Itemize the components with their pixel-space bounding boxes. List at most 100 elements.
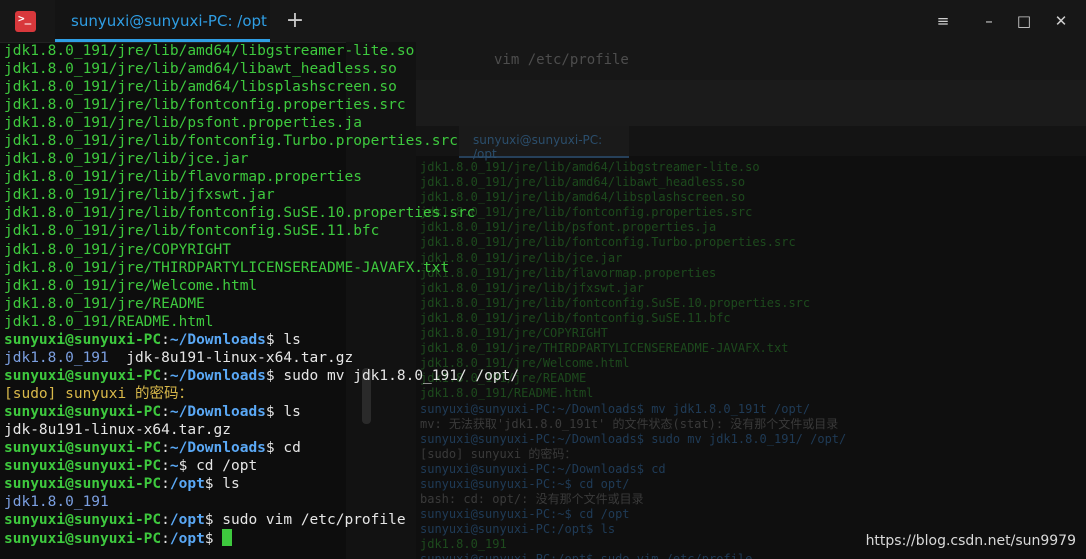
terminal-line: jdk1.8.0_191/jre/lib/amd64/libsplashscre… xyxy=(4,78,704,96)
terminal-line: jdk1.8.0_191/README.html xyxy=(4,313,704,331)
maximize-button[interactable]: □ xyxy=(1013,10,1035,32)
prompt-dollar: $ xyxy=(204,531,214,548)
command-text xyxy=(214,531,223,547)
terminal-line: sunyuxi@sunyuxi-PC:~/Downloads$ sudo mv … xyxy=(4,367,704,385)
command-text: sudo mv jdk1.8.0_191/ /opt/ xyxy=(274,367,520,384)
command-text: ls xyxy=(213,476,240,493)
terminal-line: jdk1.8.0_191/jre/lib/amd64/libawt_headle… xyxy=(4,60,704,78)
terminal-line: jdk-8u191-linux-x64.tar.gz xyxy=(4,421,704,439)
output-text: jdk1.8.0_191/jre/lib/fontconfig.SuSE.11.… xyxy=(4,223,380,240)
output-text: jdk1.8.0_191/jre/THIRDPARTYLICENSEREADME… xyxy=(4,259,450,276)
terminal-line: sunyuxi@sunyuxi-PC:/opt$ ls xyxy=(4,475,704,493)
prompt-path: ~/Downloads xyxy=(169,331,266,348)
command-text: sudo vim /etc/profile xyxy=(213,512,406,529)
prompt-user-host: sunyuxi@sunyuxi-PC xyxy=(4,331,162,348)
output-text: jdk1.8.0_191/jre/lib/amd64/libgstreamer-… xyxy=(4,43,415,59)
title-bar: >_ sunyuxi@sunyuxi-PC: /opt + ≡ – □ ✕ xyxy=(0,0,1086,43)
terminal-line: sunyuxi@sunyuxi-PC:~/Downloads$ cd xyxy=(4,439,704,457)
terminal-line: jdk1.8.0_191/jre/README xyxy=(4,295,704,313)
prompt-user-host: sunyuxi@sunyuxi-PC xyxy=(4,476,162,493)
terminal-line: jdk1.8.0_191/jre/lib/jce.jar xyxy=(4,150,704,168)
prompt-user-host: sunyuxi@sunyuxi-PC xyxy=(4,458,162,475)
prompt-user-host: sunyuxi@sunyuxi-PC xyxy=(4,403,162,420)
directory-entry: jdk1.8.0_191 xyxy=(4,349,109,366)
prompt-user-host: sunyuxi@sunyuxi-PC xyxy=(4,440,162,457)
prompt-dollar: $ xyxy=(265,367,275,384)
output-text: jdk1.8.0_191/jre/Welcome.html xyxy=(4,277,258,294)
output-text: jdk1.8.0_191/jre/lib/fontconfig.properti… xyxy=(4,97,406,114)
prompt-separator: : xyxy=(161,331,170,348)
prompt-separator: : xyxy=(161,458,170,475)
prompt-path: ~ xyxy=(169,458,179,475)
sudo-password-prompt: [sudo] sunyuxi 的密码： xyxy=(4,385,193,402)
terminal-line: sunyuxi@sunyuxi-PC:/opt$ xyxy=(4,529,704,547)
text-cursor xyxy=(222,529,233,547)
output-text: jdk1.8.0_191/jre/lib/fontconfig.SuSE.10.… xyxy=(4,205,476,222)
terminal-line: jdk1.8.0_191/jre/lib/fontconfig.SuSE.11.… xyxy=(4,222,704,240)
terminal-line: jdk1.8.0_191 xyxy=(4,493,704,511)
terminal-line: jdk1.8.0_191/jre/lib/amd64/libgstreamer-… xyxy=(4,42,704,60)
close-button[interactable]: ✕ xyxy=(1050,10,1072,32)
tab-title: sunyuxi@sunyuxi-PC: /opt xyxy=(71,12,267,30)
file-entry: jdk-8u191-linux-x64.tar.gz xyxy=(4,421,231,438)
output-text: jdk1.8.0_191/jre/lib/amd64/libsplashscre… xyxy=(4,79,397,96)
prompt-separator: : xyxy=(161,531,170,548)
command-text: ls xyxy=(274,331,301,348)
watermark: https://blog.csdn.net/sun9979 xyxy=(865,533,1076,549)
output-text: jdk1.8.0_191/jre/README xyxy=(4,295,205,312)
output-text: jdk1.8.0_191/jre/lib/amd64/libawt_headle… xyxy=(4,61,397,78)
prompt-path: /opt xyxy=(169,512,205,529)
terminal-line: sunyuxi@sunyuxi-PC:/opt$ sudo vim /etc/p… xyxy=(4,511,704,529)
terminal-line: jdk1.8.0_191/jre/lib/fontconfig.properti… xyxy=(4,96,704,114)
prompt-path: /opt xyxy=(169,476,205,493)
prompt-separator: : xyxy=(161,367,170,384)
tab-terminal[interactable]: sunyuxi@sunyuxi-PC: /opt xyxy=(55,0,270,42)
prompt-dollar: $ xyxy=(204,512,214,529)
terminal-output[interactable]: jdk1.8.0_191/jre/lib/amd64/libgstreamer-… xyxy=(4,42,704,552)
prompt-path: ~/Downloads xyxy=(169,403,266,420)
prompt-separator: : xyxy=(161,440,170,457)
output-text: jdk1.8.0_191/jre/COPYRIGHT xyxy=(4,241,231,258)
prompt-path: /opt xyxy=(169,531,205,548)
command-text: ls xyxy=(274,403,301,420)
directory-entry: jdk1.8.0_191 xyxy=(4,494,109,511)
prompt-user-host: sunyuxi@sunyuxi-PC xyxy=(4,531,162,548)
terminal-app-icon[interactable]: >_ xyxy=(15,11,36,32)
output-text: jdk1.8.0_191/jre/lib/fontconfig.Turbo.pr… xyxy=(4,133,458,150)
terminal-line: jdk1.8.0_191/jre/lib/jfxswt.jar xyxy=(4,186,704,204)
prompt-separator: : xyxy=(161,476,170,493)
terminal-line: sunyuxi@sunyuxi-PC:~$ cd /opt xyxy=(4,457,704,475)
terminal-line: sunyuxi@sunyuxi-PC:~/Downloads$ ls xyxy=(4,403,704,421)
output-text: jdk1.8.0_191/jre/lib/flavormap.propertie… xyxy=(4,169,362,186)
prompt-separator: : xyxy=(161,512,170,529)
prompt-user-host: sunyuxi@sunyuxi-PC xyxy=(4,512,162,529)
output-text: jdk1.8.0_191/jre/lib/psfont.properties.j… xyxy=(4,115,362,132)
prompt-dollar: $ xyxy=(265,440,275,457)
new-tab-button[interactable]: + xyxy=(283,8,307,34)
prompt-separator: : xyxy=(161,403,170,420)
terminal-line: jdk1.8.0_191 jdk-8u191-linux-x64.tar.gz xyxy=(4,349,704,367)
terminal-line: [sudo] sunyuxi 的密码： xyxy=(4,385,704,403)
terminal-line: sunyuxi@sunyuxi-PC:~/Downloads$ ls xyxy=(4,331,704,349)
terminal-line: jdk1.8.0_191/jre/lib/fontconfig.Turbo.pr… xyxy=(4,132,704,150)
command-text: cd xyxy=(274,440,301,457)
terminal-line: jdk1.8.0_191/jre/lib/flavormap.propertie… xyxy=(4,168,704,186)
prompt-path: ~/Downloads xyxy=(169,367,266,384)
prompt-user-host: sunyuxi@sunyuxi-PC xyxy=(4,367,162,384)
terminal-line: jdk1.8.0_191/jre/lib/psfont.properties.j… xyxy=(4,114,704,132)
output-text: jdk1.8.0_191/jre/lib/jce.jar xyxy=(4,151,249,168)
menu-icon[interactable]: ≡ xyxy=(932,10,954,32)
background-line: sunyuxi@sunyuxi-PC:/opt$ sudo vim /etc/p… xyxy=(420,552,846,559)
terminal-line: jdk1.8.0_191/jre/COPYRIGHT xyxy=(4,241,704,259)
prompt-path: ~/Downloads xyxy=(169,440,266,457)
output-text: jdk1.8.0_191/README.html xyxy=(4,313,214,330)
prompt-dollar: $ xyxy=(265,403,275,420)
terminal-line: jdk1.8.0_191/jre/lib/fontconfig.SuSE.10.… xyxy=(4,204,704,222)
output-text: jdk1.8.0_191/jre/lib/jfxswt.jar xyxy=(4,187,275,204)
terminal-line: jdk1.8.0_191/jre/THIRDPARTYLICENSEREADME… xyxy=(4,259,704,277)
minimize-button[interactable]: – xyxy=(978,10,1000,32)
prompt-dollar: $ xyxy=(204,476,214,493)
command-text: cd /opt xyxy=(187,458,258,475)
file-entry: jdk-8u191-linux-x64.tar.gz xyxy=(108,349,354,366)
prompt-dollar: $ xyxy=(265,331,275,348)
